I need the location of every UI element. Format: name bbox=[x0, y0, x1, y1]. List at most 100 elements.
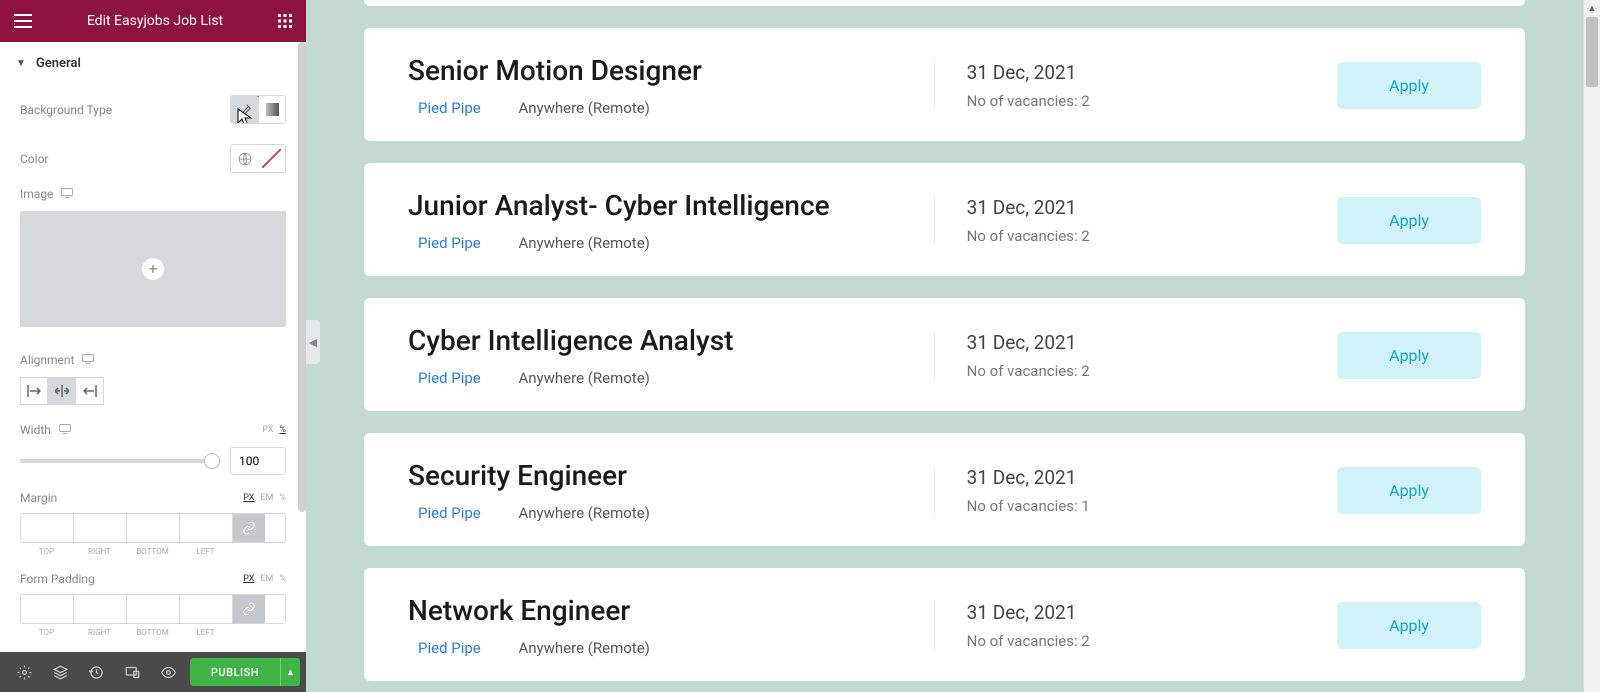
color-global-button[interactable] bbox=[231, 145, 258, 172]
hamburger-icon[interactable] bbox=[14, 14, 32, 28]
dim-right: RIGHT bbox=[73, 547, 126, 556]
apply-button[interactable]: Apply bbox=[1337, 62, 1481, 109]
apps-grid-icon[interactable] bbox=[278, 14, 292, 28]
section-general-label: General bbox=[36, 56, 81, 71]
width-slider-thumb[interactable] bbox=[204, 453, 220, 469]
history-button[interactable] bbox=[78, 652, 114, 692]
card-sliver bbox=[364, 0, 1525, 6]
padding-right-input[interactable] bbox=[74, 595, 127, 623]
job-title: Security Engineer bbox=[408, 459, 934, 492]
width-unit-px[interactable]: PX bbox=[262, 425, 273, 435]
padding-top-input[interactable] bbox=[21, 595, 74, 623]
apply-button[interactable]: Apply bbox=[1337, 197, 1481, 244]
history-icon bbox=[89, 665, 104, 680]
job-title: Senior Motion Designer bbox=[408, 54, 934, 87]
desktop-icon[interactable] bbox=[82, 354, 94, 367]
devices-icon bbox=[125, 665, 140, 680]
apply-button[interactable]: Apply bbox=[1337, 467, 1481, 514]
padding-unit-em[interactable]: EM bbox=[260, 574, 273, 584]
job-company-link[interactable]: Pied Pipe bbox=[418, 99, 481, 117]
width-slider[interactable] bbox=[20, 459, 220, 463]
width-value-input[interactable] bbox=[230, 447, 286, 475]
publish-button[interactable]: PUBLISH bbox=[190, 658, 280, 686]
settings-button[interactable] bbox=[6, 652, 42, 692]
dim-left: LEFT bbox=[179, 628, 232, 637]
job-company-link[interactable]: Pied Pipe bbox=[418, 639, 481, 657]
color-label: Color bbox=[20, 152, 48, 166]
panel-scroll[interactable]: ▼ General Background Type Classic Color bbox=[0, 42, 306, 652]
browser-scrollbar[interactable]: ▲ bbox=[1583, 0, 1600, 692]
margin-top-input[interactable] bbox=[21, 514, 74, 542]
sidebar-footer: PUBLISH ▲ bbox=[0, 652, 306, 692]
padding-left-input[interactable] bbox=[180, 595, 233, 623]
align-right-icon bbox=[83, 385, 97, 397]
brush-icon bbox=[238, 103, 252, 117]
control-color: Color bbox=[0, 134, 306, 183]
navigator-button[interactable] bbox=[42, 652, 78, 692]
dim-right: RIGHT bbox=[73, 628, 126, 637]
padding-unit-pct[interactable]: % bbox=[279, 574, 286, 584]
gradient-icon bbox=[266, 103, 279, 116]
job-location: Anywhere (Remote) bbox=[518, 504, 649, 522]
align-center-button[interactable] bbox=[48, 377, 76, 405]
background-type-group: Classic bbox=[230, 95, 286, 124]
job-title: Network Engineer bbox=[408, 594, 934, 627]
publish-options-button[interactable]: ▲ bbox=[280, 658, 300, 686]
control-alignment: Alignment bbox=[0, 339, 306, 377]
gear-icon bbox=[17, 665, 32, 680]
eye-icon bbox=[161, 665, 176, 680]
margin-unit-pct[interactable]: % bbox=[279, 493, 286, 503]
dim-bottom: BOTTOM bbox=[126, 628, 179, 637]
color-swatch-button[interactable] bbox=[258, 145, 285, 172]
job-company-link[interactable]: Pied Pipe bbox=[418, 369, 481, 387]
job-company-link[interactable]: Pied Pipe bbox=[418, 234, 481, 252]
align-right-button[interactable] bbox=[76, 377, 104, 405]
layers-icon bbox=[53, 665, 68, 680]
background-type-label: Background Type bbox=[20, 103, 112, 117]
job-company-link[interactable]: Pied Pipe bbox=[418, 504, 481, 522]
desktop-icon[interactable] bbox=[59, 424, 71, 437]
alignment-group bbox=[0, 377, 306, 415]
apply-button[interactable]: Apply bbox=[1337, 332, 1481, 379]
padding-label: Form Padding bbox=[20, 572, 95, 586]
preview-button[interactable] bbox=[150, 652, 186, 692]
plus-icon: + bbox=[142, 258, 164, 280]
control-form-padding: Form Padding PX EM % TOP RIGHT BOTT bbox=[0, 564, 306, 645]
margin-left-input[interactable] bbox=[180, 514, 233, 542]
width-units: PX % bbox=[262, 425, 286, 435]
padding-bottom-input[interactable] bbox=[127, 595, 180, 623]
job-vacancies: No of vacancies: 2 bbox=[967, 92, 1317, 110]
control-width: Width PX % bbox=[0, 415, 306, 483]
job-title: Cyber Intelligence Analyst bbox=[408, 324, 934, 357]
padding-link-button[interactable] bbox=[233, 595, 265, 623]
job-vacancies: No of vacancies: 2 bbox=[967, 632, 1317, 650]
margin-link-button[interactable] bbox=[233, 514, 265, 542]
scroll-up-icon[interactable]: ▲ bbox=[1584, 0, 1600, 17]
margin-unit-em[interactable]: EM bbox=[260, 493, 273, 503]
image-dropzone[interactable]: + bbox=[20, 211, 286, 327]
job-card: Junior Analyst- Cyber Intelligence Pied … bbox=[364, 163, 1525, 276]
job-card: Senior Motion Designer Pied Pipe Anywher… bbox=[364, 28, 1525, 141]
section-general[interactable]: ▼ General bbox=[0, 42, 306, 85]
preview-area[interactable]: Senior Motion Designer Pied Pipe Anywher… bbox=[306, 0, 1583, 692]
width-unit-pct[interactable]: % bbox=[279, 425, 286, 435]
responsive-button[interactable] bbox=[114, 652, 150, 692]
margin-bottom-input[interactable] bbox=[127, 514, 180, 542]
apply-button[interactable]: Apply bbox=[1337, 602, 1481, 649]
alignment-label: Alignment bbox=[20, 353, 74, 367]
desktop-icon[interactable] bbox=[61, 188, 73, 201]
margin-right-input[interactable] bbox=[74, 514, 127, 542]
margin-unit-px[interactable]: PX bbox=[243, 493, 254, 503]
align-center-icon bbox=[55, 385, 69, 397]
color-group bbox=[230, 144, 286, 173]
dim-top: TOP bbox=[20, 628, 73, 637]
scroll-thumb[interactable] bbox=[1586, 17, 1598, 87]
align-left-button[interactable] bbox=[20, 377, 48, 405]
sidebar-title: Edit Easyjobs Job List bbox=[87, 13, 223, 29]
padding-unit-px[interactable]: PX bbox=[243, 574, 254, 584]
control-margin: Margin PX EM % TOP RIGHT BOTTOM bbox=[0, 483, 306, 564]
dim-bottom: BOTTOM bbox=[126, 547, 179, 556]
job-card: Security Engineer Pied Pipe Anywhere (Re… bbox=[364, 433, 1525, 546]
collapse-sidebar-button[interactable]: ◀ bbox=[306, 320, 320, 364]
background-gradient-button[interactable] bbox=[258, 96, 285, 123]
